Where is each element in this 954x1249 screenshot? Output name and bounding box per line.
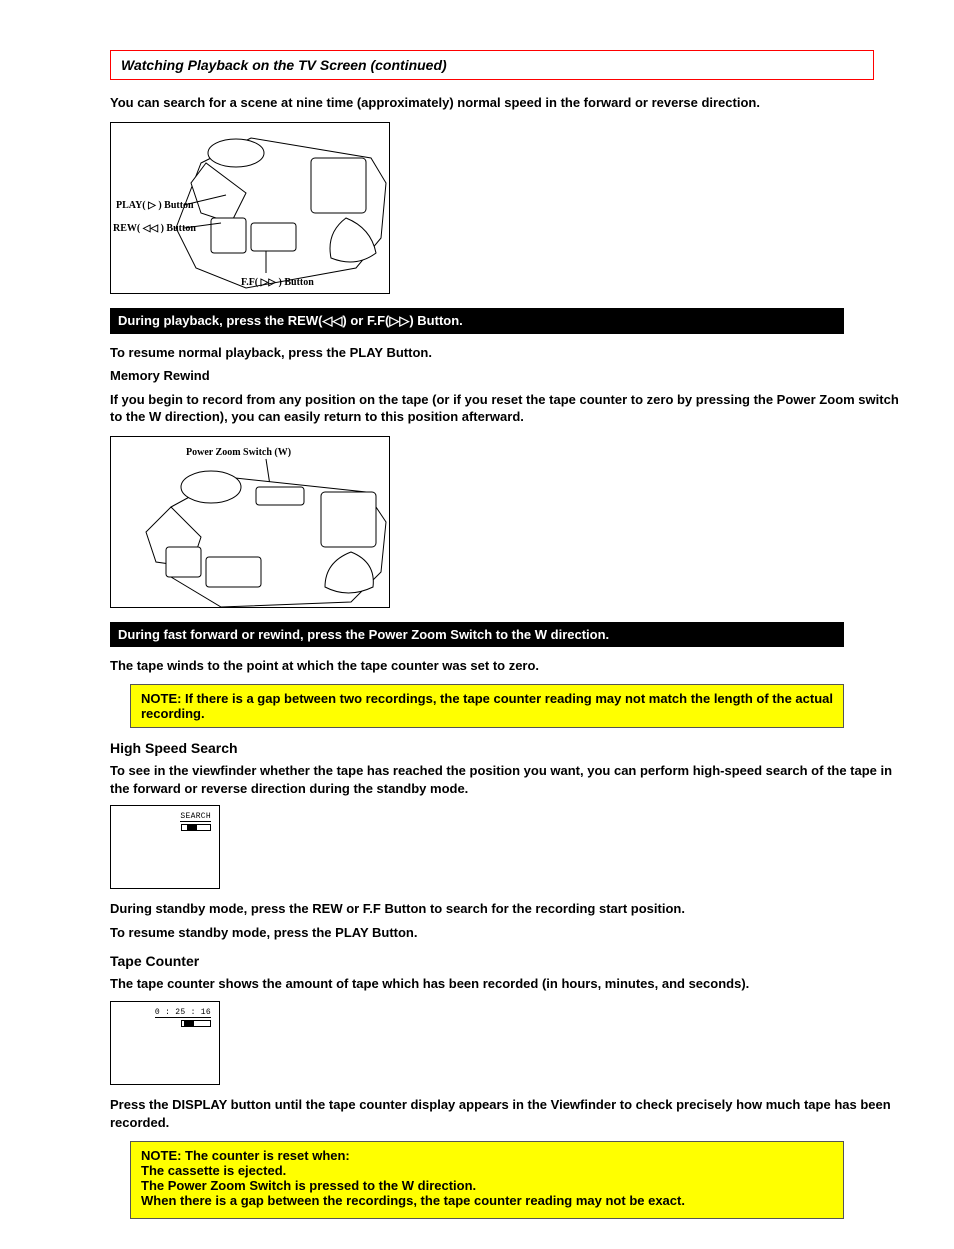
para-tape-winds: The tape winds to the point at which the… <box>110 657 904 675</box>
para-memory-rewind-desc: If you begin to record from any position… <box>110 391 904 426</box>
subhead-tape-counter: Tape Counter <box>110 953 904 969</box>
viewfinder-search-label: SEARCH <box>180 812 211 822</box>
instruction-bar-2-text: During fast forward or rewind, press the… <box>118 627 609 642</box>
note2-line4: When there is a gap between the recordin… <box>141 1193 833 1208</box>
note-1-text: NOTE: If there is a gap between two reco… <box>141 691 833 721</box>
viewfinder-counter-label: 0 : 25 : 16 <box>155 1008 211 1018</box>
para-display-button: Press the DISPLAY button until the tape … <box>110 1096 904 1131</box>
viewfinder-search-indicator <box>181 824 211 831</box>
para-search-rewff: During standby mode, press the REW or F.… <box>110 900 904 918</box>
para-high-speed-desc: To see in the viewfinder whether the tap… <box>110 762 904 797</box>
para-search-intro: You can search for a scene at nine time … <box>110 94 904 112</box>
note2-line2: The cassette is ejected. <box>141 1163 833 1178</box>
subhead-high-speed-search: High Speed Search <box>110 740 904 756</box>
section-title: Watching Playback on the TV Screen (cont… <box>121 57 447 73</box>
note-box-2: NOTE: The counter is reset when: The cas… <box>130 1141 844 1219</box>
note2-line3: The Power Zoom Switch is pressed to the … <box>141 1178 833 1193</box>
para-resume-play: To resume normal playback, press the PLA… <box>110 344 904 362</box>
viewfinder-counter-box: 0 : 25 : 16 <box>110 1001 904 1090</box>
fig1-rew-label: REW( ◁◁ ) Button <box>113 223 196 234</box>
instruction-bar-1-text: During playback, press the REW(◁◁) or F.… <box>118 313 463 328</box>
viewfinder-search-box: SEARCH <box>110 805 904 894</box>
instruction-bar-2: During fast forward or rewind, press the… <box>110 622 844 647</box>
para-resume-standby: To resume standby mode, press the PLAY B… <box>110 924 904 942</box>
para-memory-rewind-head: Memory Rewind <box>110 367 904 385</box>
fig1-play-label: PLAY( ▷ ) Button <box>116 200 194 211</box>
viewfinder-counter-indicator <box>181 1020 211 1027</box>
note2-line1: NOTE: The counter is reset when: <box>141 1148 833 1163</box>
fig2-pzs-label: Power Zoom Switch (W) <box>186 447 291 458</box>
note-box-1: NOTE: If there is a gap between two reco… <box>130 684 844 728</box>
figure-camcorder-zoom: Power Zoom Switch (W) <box>110 436 390 608</box>
fig1-ff-label: F.F( ▷▷ ) Button <box>241 277 314 288</box>
para-tape-counter-desc: The tape counter shows the amount of tap… <box>110 975 904 993</box>
figure-camcorder-buttons: PLAY( ▷ ) Button REW( ◁◁ ) Button F.F( ▷… <box>110 122 390 294</box>
instruction-bar-1: During playback, press the REW(◁◁) or F.… <box>110 308 844 334</box>
section-title-box: Watching Playback on the TV Screen (cont… <box>110 50 874 80</box>
